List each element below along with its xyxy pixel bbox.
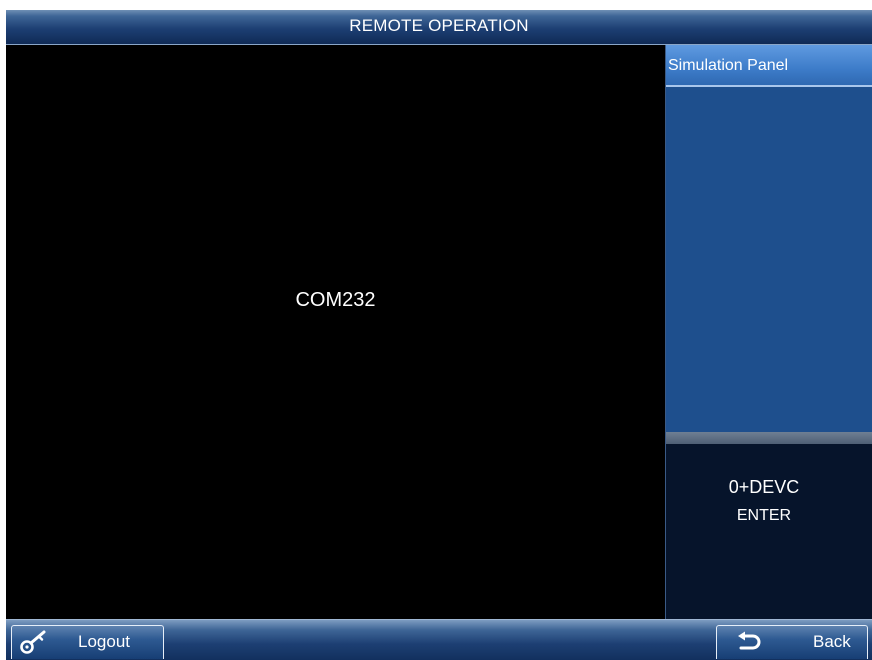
title-bar: REMOTE OPERATION (6, 10, 872, 45)
window-title: REMOTE OPERATION (349, 16, 529, 35)
info-device-text: 0+DEVC (728, 477, 800, 497)
simulation-panel-header: Simulation Panel (666, 45, 872, 87)
back-button[interactable]: Back (716, 625, 868, 659)
remote-operation-window: REMOTE OPERATION COM232 Simulation Panel… (6, 10, 872, 660)
back-label: Back (813, 632, 851, 651)
simulation-panel-title: Simulation Panel (668, 57, 789, 74)
simulation-panel-body[interactable] (666, 87, 872, 432)
logout-button[interactable]: Logout (11, 625, 164, 659)
panel-divider (666, 432, 872, 444)
bottom-toolbar: Logout Back (6, 619, 872, 660)
key-icon (20, 630, 46, 654)
simulation-panel-info: 0+DEVC ENTER (666, 444, 872, 619)
logout-label: Logout (78, 632, 130, 651)
display-text: COM232 (295, 289, 376, 311)
simulation-panel: Simulation Panel 0+DEVC ENTER (665, 45, 872, 619)
return-arrow-icon (738, 631, 761, 650)
info-enter-text: ENTER (736, 507, 792, 524)
remote-display-screen[interactable]: COM232 (6, 45, 665, 619)
